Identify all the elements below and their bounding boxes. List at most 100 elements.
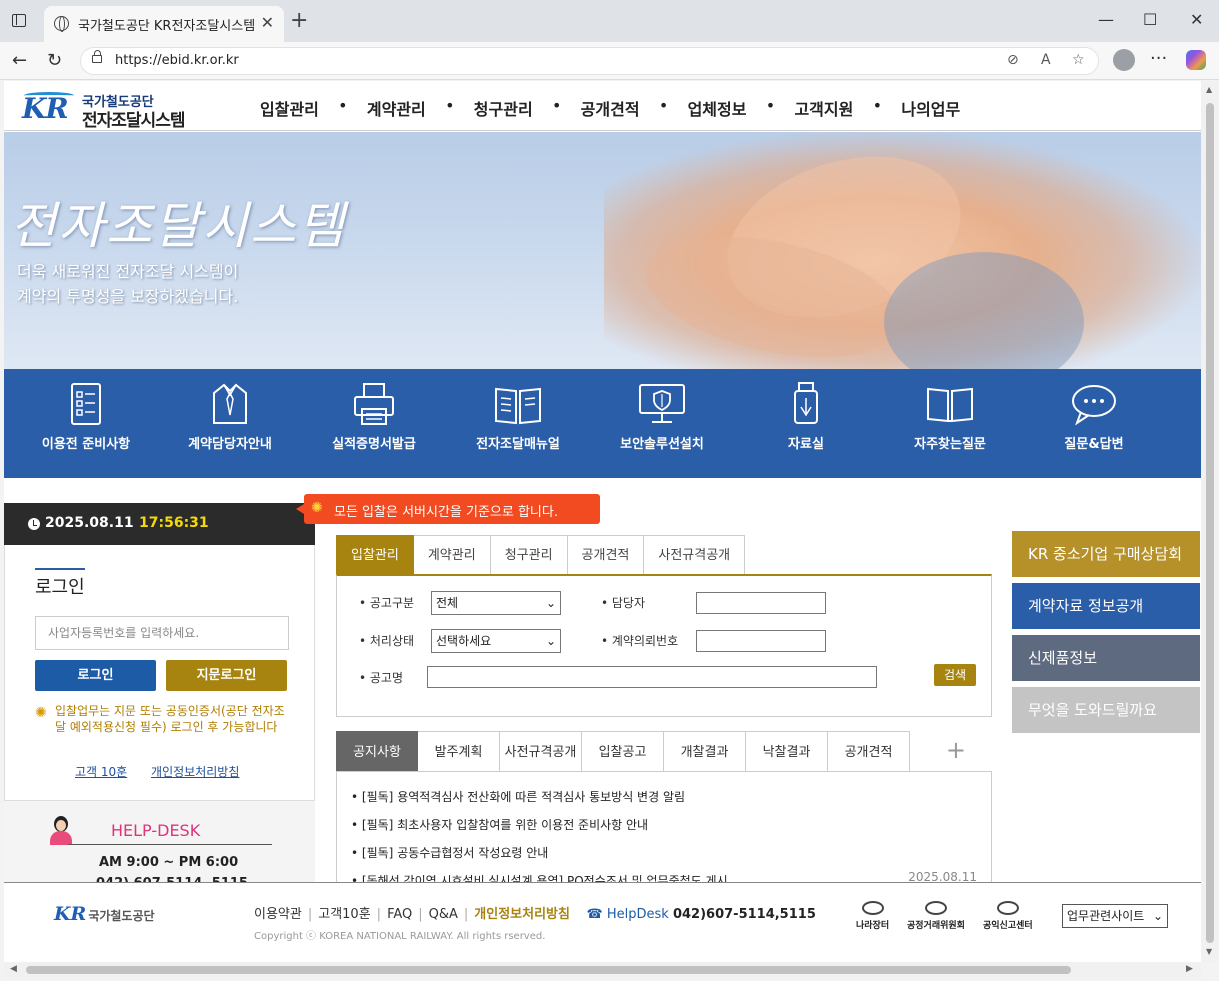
read-aloud-icon[interactable]: A (1041, 52, 1051, 68)
nav-my-work[interactable]: 나의업무 (901, 96, 960, 120)
board-tab-prespec[interactable]: 사전규격공개 (500, 731, 582, 772)
helpdesk-hours: AM 9:00 ~ PM 6:00 (99, 855, 239, 870)
board-more-plus-icon[interactable]: + (910, 731, 966, 772)
url-text[interactable]: https://ebid.kr.or.kr (115, 53, 239, 68)
request-number-input[interactable] (696, 630, 826, 652)
horizontal-scrollbar[interactable]: ◀ ▶ (4, 962, 1201, 978)
related-sites-select[interactable]: 업무관련사이트 ⌄ (1062, 904, 1168, 928)
quick-library[interactable]: 자료실 (734, 381, 878, 471)
profile-avatar[interactable] (1113, 49, 1135, 71)
list-item[interactable]: • [필독] 용역적격심사 전산화에 따른 적격심사 통보방식 변경 알림 (351, 788, 685, 805)
list-item[interactable]: • [필독] 공동수급협정서 작성요령 안내 (351, 844, 548, 861)
sme-purchase-consultation-button[interactable]: KR 중소기업 구매상담회 (1012, 531, 1200, 577)
site-logo[interactable]: KR 국가철도공단 전자조달시스템 (22, 89, 202, 131)
tab-actions-icon[interactable] (12, 14, 26, 27)
nav-open-quotation[interactable]: 공개견적 (581, 96, 640, 120)
new-product-info-button[interactable]: 신제품정보 (1012, 635, 1200, 681)
board-tab-notice[interactable]: 공지사항 (336, 731, 418, 772)
search-tabs: 입찰관리 계약관리 청구관리 공개견적 사전규격공개 (336, 535, 746, 575)
fingerprint-login-button[interactable]: 지문로그인 (166, 660, 287, 691)
quick-qna[interactable]: 질문&답변 (1022, 381, 1166, 471)
list-item[interactable]: • [필독] 최초사용자 입찰참여를 위한 이용전 준비사항 안내 (351, 816, 648, 833)
scroll-up-icon[interactable]: ▲ (1206, 85, 1212, 94)
search-tab-prespec[interactable]: 사전규격공개 (644, 535, 746, 575)
copilot-icon[interactable] (1186, 50, 1206, 70)
privacy-footer-link[interactable]: 개인정보처리방침 (474, 907, 570, 922)
quick-security[interactable]: 보안솔루션설치 (590, 381, 734, 471)
maximize-button[interactable]: ☐ (1143, 10, 1157, 29)
browser-window: 국가철도공단 KR전자조달시스템 ✕ + — ☐ ✕ ← ↻ https://e… (0, 0, 1219, 981)
notice-type-select[interactable]: 전체 ⌄ (431, 591, 561, 615)
hero-subtitle: 더욱 새로워진 전자조달 시스템이 계약의 투명성을 보장하겠습니다. (17, 259, 238, 309)
search-tab-contract[interactable]: 계약관리 (413, 535, 491, 575)
globe-icon (54, 16, 69, 32)
quick-label: 이용전 준비사항 (41, 437, 131, 452)
person-tie-icon (213, 383, 247, 424)
customer-10-footer-link[interactable]: 고객10훈 (318, 907, 370, 922)
helpdesk-agent-icon (48, 816, 74, 846)
nav-bid-management[interactable]: 입찰관리 (260, 96, 319, 120)
favorite-star-icon[interactable]: ☆ (1072, 52, 1085, 68)
scroll-right-icon[interactable]: ▶ (1186, 964, 1193, 974)
quick-manual[interactable]: 전자조달매뉴얼 (446, 381, 590, 471)
board-tab-order-plan[interactable]: 발주계획 (418, 731, 500, 772)
search-tab-quotation[interactable]: 공개견적 (567, 535, 645, 575)
quick-faq[interactable]: 자주찾는질문 (878, 381, 1022, 471)
privacy-policy-link[interactable]: 개인정보처리방침 (151, 765, 239, 779)
settings-menu-icon[interactable]: ··· (1150, 48, 1167, 69)
faq-link[interactable]: FAQ (387, 907, 412, 922)
label-status: • 처리상태 (359, 634, 415, 648)
close-window-button[interactable]: ✕ (1190, 10, 1203, 29)
tracking-prevention-icon[interactable]: ⊘ (1007, 52, 1019, 68)
minimize-button[interactable]: — (1098, 10, 1114, 29)
scroll-left-icon[interactable]: ◀ (10, 964, 17, 974)
quick-label: 자주찾는질문 (914, 437, 986, 452)
terms-link[interactable]: 이용약관 (254, 907, 302, 922)
checklist-icon (71, 383, 101, 425)
new-tab-button[interactable]: + (290, 8, 308, 33)
business-number-input[interactable]: 사업자등록번호를 입력하세요. (35, 616, 289, 650)
help-button[interactable]: 무엇을 도와드릴까요 (1012, 687, 1200, 733)
nav-company-info[interactable]: 업체정보 (688, 96, 747, 120)
search-button[interactable]: 검색 (934, 664, 976, 686)
tab-close-icon[interactable]: ✕ (261, 13, 274, 32)
qna-link[interactable]: Q&A (429, 907, 458, 922)
server-clock: 2025.08.11 17:56:31 (4, 503, 315, 545)
select-value: 선택하세요 (436, 634, 492, 648)
koneps-label: 나라장터 (856, 921, 890, 931)
login-button[interactable]: 로그인 (35, 660, 156, 691)
search-tab-bid[interactable]: 입찰관리 (336, 535, 414, 575)
back-button[interactable]: ← (12, 50, 27, 71)
notice-title-input[interactable] (427, 666, 877, 688)
ftc-badge[interactable]: 공정거래위원회 (907, 901, 965, 931)
whistleblower-badge[interactable]: 공익신고센터 (983, 901, 1033, 931)
reload-button[interactable]: ↻ (47, 50, 62, 71)
nav-contract-management[interactable]: 계약관리 (367, 96, 426, 120)
board-tab-opening-result[interactable]: 개찰결과 (664, 731, 746, 772)
nav-customer-support[interactable]: 고객지원 (794, 96, 853, 120)
horizontal-scroll-thumb[interactable] (26, 966, 1071, 974)
customer-10-link[interactable]: 고객 10훈 (75, 765, 127, 779)
quick-prep-guide[interactable]: 이용전 준비사항 (14, 381, 158, 471)
board-tab-bid-notice[interactable]: 입찰공고 (582, 731, 664, 772)
status-select[interactable]: 선택하세요 ⌄ (431, 629, 561, 653)
koneps-badge[interactable]: 나라장터 (856, 901, 889, 931)
site-header: KR 국가철도공단 전자조달시스템 입찰관리 • 계약관리 • 청구관리 • 공… (4, 81, 1201, 131)
board-tab-quotation[interactable]: 공개견적 (828, 731, 910, 772)
nav-billing-management[interactable]: 청구관리 (474, 96, 533, 120)
board-tab-award-result[interactable]: 낙찰결과 (746, 731, 828, 772)
search-tab-billing[interactable]: 청구관리 (490, 535, 568, 575)
quick-label: 보안솔루션설치 (620, 437, 704, 452)
quick-certificate[interactable]: 실적증명서발급 (302, 381, 446, 471)
quick-contract-manager[interactable]: 계약담당자안내 (158, 381, 302, 471)
browser-tab[interactable]: 국가철도공단 KR전자조달시스템 ✕ (44, 6, 284, 42)
manager-input[interactable] (696, 592, 826, 614)
contract-info-disclosure-button[interactable]: 계약자료 정보공개 (1012, 583, 1200, 629)
vertical-scroll-thumb[interactable] (1206, 103, 1214, 943)
lock-icon[interactable] (92, 50, 102, 63)
ftc-label: 공정거래위원회 (907, 921, 965, 931)
scroll-down-icon[interactable]: ▼ (1206, 947, 1212, 956)
address-bar[interactable]: https://ebid.kr.or.kr ⊘ A ☆ (80, 47, 1099, 75)
vertical-scrollbar[interactable]: ▲ ▼ (1201, 81, 1219, 962)
chevron-down-icon: ⌄ (545, 596, 556, 610)
